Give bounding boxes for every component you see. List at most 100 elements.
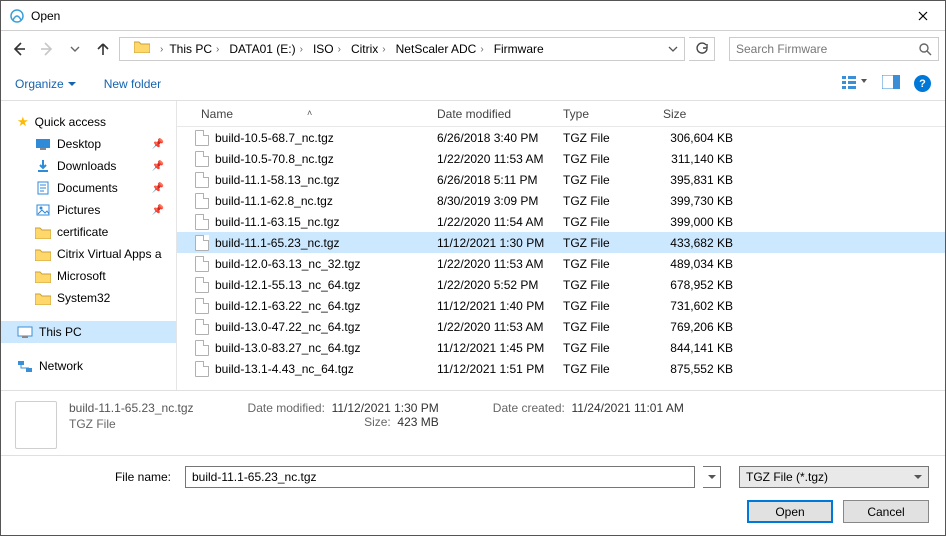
sidebar-network[interactable]: Network xyxy=(1,355,176,377)
file-row[interactable]: build-12.1-63.22_nc_64.tgz 11/12/2021 1:4… xyxy=(177,295,945,316)
file-type: TGZ File xyxy=(563,131,663,145)
column-type[interactable]: Type xyxy=(563,107,663,121)
file-name-input[interactable] xyxy=(185,466,695,488)
crumb-this-pc[interactable]: This PC› xyxy=(165,42,223,56)
sidebar-downloads[interactable]: Downloads📌 xyxy=(1,155,176,177)
file-date: 11/12/2021 1:40 PM xyxy=(437,299,563,313)
organize-menu[interactable]: Organize xyxy=(15,77,76,91)
file-size: 395,831 KB xyxy=(663,173,773,187)
breadcrumb[interactable]: › This PC› DATA01 (E:)› ISO› Citrix› Net… xyxy=(119,37,685,61)
file-date: 11/12/2021 1:51 PM xyxy=(437,362,563,376)
back-button[interactable] xyxy=(7,37,31,61)
file-row[interactable]: build-11.1-58.13_nc.tgz6/26/2018 5:11 PM… xyxy=(177,169,945,190)
sidebar-folder-microsoft[interactable]: Microsoft xyxy=(1,265,176,287)
file-type: TGZ File xyxy=(563,362,663,376)
sort-indicator-icon: ˄ xyxy=(307,108,312,118)
nav-bar: › This PC› DATA01 (E:)› ISO› Citrix› Net… xyxy=(1,31,945,67)
sidebar-documents[interactable]: Documents📌 xyxy=(1,177,176,199)
close-button[interactable] xyxy=(900,1,945,31)
folder-icon xyxy=(35,291,51,305)
forward-button[interactable] xyxy=(35,37,59,61)
file-icon xyxy=(195,151,209,167)
file-row[interactable]: build-13.1-4.43_nc_64.tgz11/12/2021 1:51… xyxy=(177,358,945,379)
file-type: TGZ File xyxy=(563,320,663,334)
sidebar-folder-certificate[interactable]: certificate xyxy=(1,221,176,243)
file-name-dropdown[interactable] xyxy=(703,466,721,488)
pin-icon: 📌 xyxy=(152,161,164,172)
file-date: 6/26/2018 3:40 PM xyxy=(437,131,563,145)
column-size[interactable]: Size xyxy=(663,107,773,121)
file-row[interactable]: build-12.0-63.13_nc_32.tgz1/22/2020 11:5… xyxy=(177,253,945,274)
file-date: 1/22/2020 11:53 AM xyxy=(437,320,563,334)
star-icon: ★ xyxy=(17,114,29,130)
sidebar-quick-access[interactable]: ★ Quick access xyxy=(1,111,176,133)
column-date[interactable]: Date modified xyxy=(437,107,563,121)
file-type: TGZ File xyxy=(563,257,663,271)
file-name: build-10.5-68.7_nc.tgz xyxy=(215,131,334,145)
sidebar-desktop[interactable]: Desktop📌 xyxy=(1,133,176,155)
sidebar-folder-citrix[interactable]: Citrix Virtual Apps a xyxy=(1,243,176,265)
breadcrumb-dropdown[interactable] xyxy=(664,44,682,54)
file-type-filter[interactable]: TGZ File (*.tgz) xyxy=(739,466,929,488)
file-icon xyxy=(195,172,209,188)
folder-icon xyxy=(35,225,51,239)
file-name: build-12.1-63.22_nc_64.tgz xyxy=(215,299,360,313)
preview-toggle[interactable] xyxy=(882,75,900,92)
crumb-firmware[interactable]: Firmware xyxy=(490,42,548,56)
file-size: 875,552 KB xyxy=(663,362,773,376)
recent-dropdown[interactable] xyxy=(63,37,87,61)
sidebar-folder-system32[interactable]: System32 xyxy=(1,287,176,309)
file-size: 311,140 KB xyxy=(663,152,773,166)
this-pc-icon xyxy=(17,325,33,339)
crumb-citrix[interactable]: Citrix› xyxy=(347,42,390,56)
cancel-button[interactable]: Cancel xyxy=(843,500,929,523)
help-button[interactable]: ? xyxy=(914,75,931,92)
file-size: 433,682 KB xyxy=(663,236,773,250)
crumb-drive[interactable]: DATA01 (E:)› xyxy=(225,42,307,56)
file-name: build-13.0-47.22_nc_64.tgz xyxy=(215,320,360,334)
search-input[interactable]: Search Firmware xyxy=(729,37,939,61)
titlebar: Open xyxy=(1,1,945,31)
file-date: 1/22/2020 11:53 AM xyxy=(437,152,563,166)
sidebar: ★ Quick access Desktop📌 Downloads📌 Docum… xyxy=(1,101,177,390)
crumb-netscaler[interactable]: NetScaler ADC› xyxy=(392,42,488,56)
new-folder-button[interactable]: New folder xyxy=(104,77,161,91)
file-row[interactable]: build-11.1-63.15_nc.tgz1/22/2020 11:54 A… xyxy=(177,211,945,232)
file-size: 769,206 KB xyxy=(663,320,773,334)
file-row[interactable]: build-11.1-62.8_nc.tgz8/30/2019 3:09 PMT… xyxy=(177,190,945,211)
file-row[interactable]: build-10.5-70.8_nc.tgz1/22/2020 11:53 AM… xyxy=(177,148,945,169)
file-icon xyxy=(195,340,209,356)
file-date: 6/26/2018 5:11 PM xyxy=(437,173,563,187)
crumb-iso[interactable]: ISO› xyxy=(309,42,345,56)
file-date: 11/12/2021 1:30 PM xyxy=(437,236,563,250)
desktop-icon xyxy=(35,137,51,151)
file-row[interactable]: build-13.0-47.22_nc_64.tgz 1/22/2020 11:5… xyxy=(177,316,945,337)
file-name: build-13.0-83.27_nc_64.tgz xyxy=(215,341,360,355)
up-button[interactable] xyxy=(91,37,115,61)
file-row[interactable]: build-10.5-68.7_nc.tgz 6/26/2018 3:40 PMT… xyxy=(177,127,945,148)
details-file-name: build-11.1-65.23_nc.tgz xyxy=(69,401,194,415)
file-icon xyxy=(195,130,209,146)
file-row[interactable]: build-11.1-65.23_nc.tgz11/12/2021 1:30 P… xyxy=(177,232,945,253)
file-size: 678,952 KB xyxy=(663,278,773,292)
documents-icon xyxy=(35,181,51,195)
file-icon xyxy=(195,277,209,293)
file-icon xyxy=(195,235,209,251)
app-icon xyxy=(9,8,25,24)
folder-icon xyxy=(35,247,51,261)
file-row[interactable]: build-12.1-55.13_nc_64.tgz1/22/2020 5:52… xyxy=(177,274,945,295)
sidebar-this-pc[interactable]: This PC xyxy=(1,321,176,343)
sidebar-pictures[interactable]: Pictures📌 xyxy=(1,199,176,221)
refresh-button[interactable] xyxy=(689,37,715,61)
file-icon xyxy=(195,361,209,377)
file-icon xyxy=(195,256,209,272)
file-row[interactable]: build-13.0-83.27_nc_64.tgz11/12/2021 1:4… xyxy=(177,337,945,358)
column-name[interactable]: Name˄ xyxy=(177,107,437,121)
open-button[interactable]: Open xyxy=(747,500,833,523)
view-menu[interactable] xyxy=(842,75,868,92)
file-icon xyxy=(195,319,209,335)
details-file-type: TGZ File xyxy=(69,417,194,431)
file-size: 731,602 KB xyxy=(663,299,773,313)
pin-icon: 📌 xyxy=(152,139,164,150)
file-type: TGZ File xyxy=(563,194,663,208)
